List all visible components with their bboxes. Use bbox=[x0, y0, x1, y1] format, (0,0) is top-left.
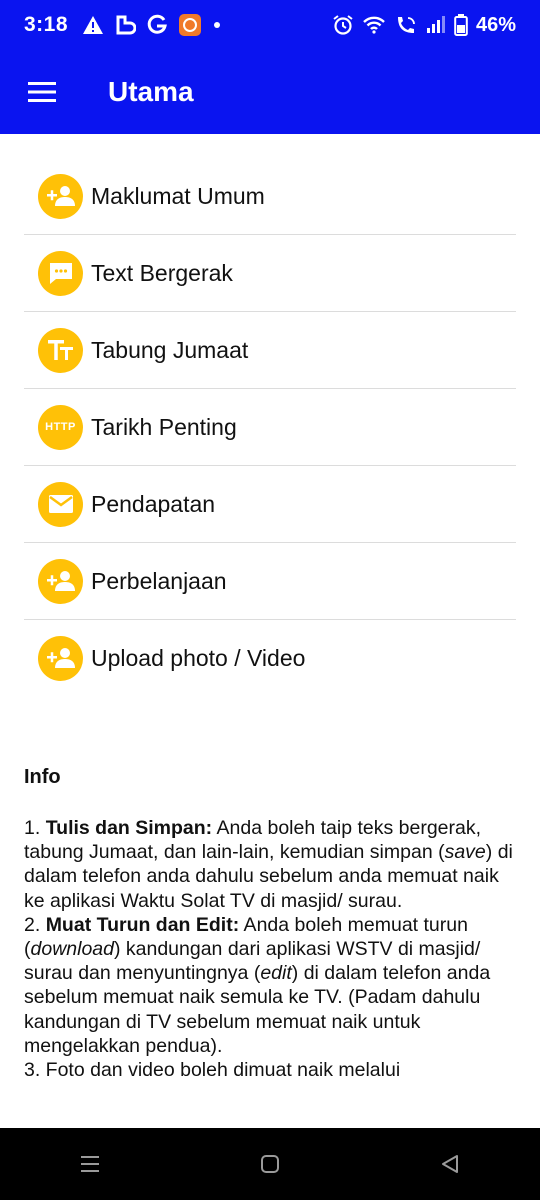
back-icon bbox=[442, 1155, 458, 1173]
menu-item-tarikh-penting[interactable]: HTTP Tarikh Penting bbox=[24, 389, 516, 466]
hamburger-menu-icon bbox=[28, 82, 56, 102]
menu-item-label: Pendapatan bbox=[91, 490, 216, 517]
info-p1-number: 1. bbox=[24, 817, 46, 839]
system-nav-bar bbox=[0, 1128, 540, 1200]
info-p3-text: 3. Foto dan video boleh dimuat naik mela… bbox=[24, 1059, 401, 1082]
alarm-icon bbox=[333, 15, 353, 35]
menu-item-tabung-jumaat[interactable]: Tabung Jumaat bbox=[24, 312, 516, 389]
menu-item-label: Tabung Jumaat bbox=[91, 336, 249, 363]
status-left-icons bbox=[82, 13, 222, 37]
status-time: 3:18 bbox=[24, 13, 69, 36]
home-button[interactable] bbox=[230, 1134, 310, 1194]
menu-item-label: Perbelanjaan bbox=[91, 567, 227, 594]
menu-item-pendapatan[interactable]: Pendapatan bbox=[24, 466, 516, 543]
chat-bubble-icon bbox=[38, 250, 83, 296]
menu-item-maklumat-umum[interactable]: Maklumat Umum bbox=[24, 158, 516, 235]
app-bar: Utama bbox=[0, 50, 540, 134]
add-person-icon bbox=[38, 635, 83, 681]
app-notification-icon bbox=[179, 14, 202, 36]
wifi-call-icon bbox=[397, 17, 415, 33]
wifi-icon bbox=[363, 16, 385, 34]
warning-icon bbox=[83, 16, 104, 34]
back-button[interactable] bbox=[410, 1134, 490, 1194]
http-icon-text: HTTP bbox=[45, 421, 76, 433]
menu-item-label: Upload photo / Video bbox=[91, 644, 306, 671]
info-p2-number: 2. bbox=[24, 913, 46, 936]
add-person-icon bbox=[38, 173, 83, 219]
status-bar: 3:18 46% bbox=[0, 0, 540, 50]
info-p1-heading: Tulis dan Simpan: bbox=[45, 817, 213, 839]
envelope-icon bbox=[38, 481, 83, 527]
menu-item-label: Maklumat Umum bbox=[91, 182, 265, 209]
battery-percent: 46% bbox=[475, 13, 516, 36]
menu-item-label: Tarikh Penting bbox=[91, 413, 237, 440]
status-right-icons: 46% bbox=[332, 14, 516, 37]
info-p2-heading: Muat Turun dan Edit: bbox=[45, 913, 240, 936]
info-p1-italic: save bbox=[444, 841, 486, 864]
info-body: 1. Tulis dan Simpan: Anda boleh taip tek… bbox=[24, 816, 516, 1152]
info-p2-italic-2: edit bbox=[260, 962, 292, 985]
recent-apps-icon bbox=[81, 1156, 99, 1172]
text-format-icon bbox=[38, 327, 83, 373]
info-section: Info 1. Tulis dan Simpan: Anda boleh tai… bbox=[24, 766, 516, 1152]
recent-apps-button[interactable] bbox=[50, 1134, 130, 1194]
menu-item-perbelanjaan[interactable]: Perbelanjaan bbox=[24, 543, 516, 620]
menu-item-label: Text Bergerak bbox=[91, 259, 233, 286]
battery-icon bbox=[454, 14, 468, 36]
add-person-icon bbox=[38, 558, 83, 604]
google-icon bbox=[147, 14, 167, 34]
main-menu-list: Maklumat Umum Text Bergerak Tabung Jumaa… bbox=[24, 158, 516, 696]
info-title: Info bbox=[24, 766, 61, 788]
bixby-icon bbox=[116, 15, 137, 35]
dot-icon bbox=[214, 22, 221, 28]
signal-icon bbox=[426, 16, 445, 33]
info-p2-italic-1: download bbox=[30, 938, 114, 961]
menu-button[interactable] bbox=[0, 50, 84, 134]
menu-item-upload-photo-video[interactable]: Upload photo / Video bbox=[24, 620, 516, 696]
home-icon bbox=[261, 1155, 279, 1173]
http-icon: HTTP bbox=[38, 404, 83, 450]
page-title: Utama bbox=[108, 76, 194, 107]
menu-item-text-bergerak[interactable]: Text Bergerak bbox=[24, 235, 516, 312]
